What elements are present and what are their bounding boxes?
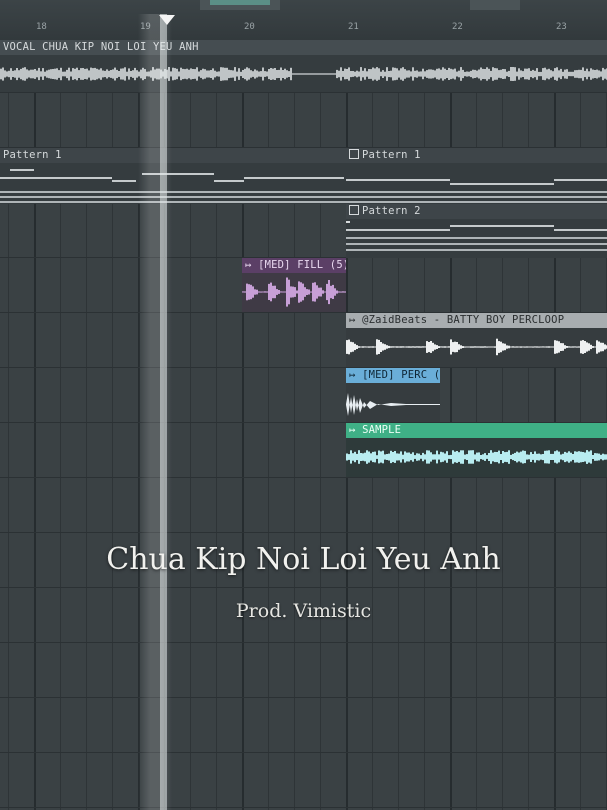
audio-clip-icon: ↦ bbox=[349, 369, 356, 381]
grid-line bbox=[0, 642, 607, 643]
waveform bbox=[0, 55, 607, 92]
clip-header: ↦ SAMPLE bbox=[346, 423, 607, 438]
song-title: Chua Kip Noi Loi Yeu Anh bbox=[106, 542, 501, 577]
ruler-bar-number: 23 bbox=[556, 22, 567, 32]
audio-clip-vocal[interactable]: VOCAL CHUA KIP NOI LOI YEU ANH bbox=[0, 40, 607, 92]
percloop-waveform bbox=[346, 338, 607, 356]
waveform bbox=[242, 273, 346, 312]
clip-label: VOCAL CHUA KIP NOI LOI YEU ANH bbox=[0, 40, 607, 55]
ruler-region bbox=[470, 0, 520, 10]
vocal-waveform bbox=[0, 67, 607, 81]
clip-label: Pattern 2 bbox=[362, 205, 421, 217]
clip-label: Pattern 1 bbox=[0, 148, 346, 163]
pattern-notes bbox=[346, 219, 607, 258]
grid-line bbox=[0, 532, 607, 533]
grid-line bbox=[0, 587, 607, 588]
sample-waveform bbox=[346, 450, 607, 464]
clip-header: Pattern 2 bbox=[346, 204, 607, 219]
pattern-notes-graphic bbox=[346, 179, 607, 203]
ruler-bar-number: 20 bbox=[244, 22, 255, 32]
audio-clip-percloop[interactable]: ↦ @ZaidBeats - BATTY BOY PERCLOOP bbox=[346, 313, 607, 367]
pattern-clip-2[interactable]: Pattern 2 bbox=[346, 204, 607, 258]
audio-clip-icon: ↦ bbox=[349, 424, 356, 436]
perc-waveform bbox=[346, 393, 440, 416]
clip-label: Pattern 1 bbox=[362, 149, 421, 161]
audio-clip-fill[interactable]: ↦ [MED] FILL (5) bbox=[242, 258, 346, 312]
producer-credit: Prod. Vimistic bbox=[235, 600, 372, 622]
clip-label: [MED] FILL (5) bbox=[258, 259, 346, 271]
playhead-line[interactable] bbox=[160, 14, 167, 810]
grid-line bbox=[0, 92, 607, 93]
pattern-icon bbox=[349, 205, 359, 215]
audio-clip-icon: ↦ bbox=[349, 314, 356, 326]
waveform bbox=[346, 328, 607, 367]
playlist-window: 18 19 20 21 22 23 VOCAL CHUA KIP NOI LOI… bbox=[0, 0, 607, 810]
audio-clip-sample[interactable]: ↦ SAMPLE bbox=[346, 423, 607, 477]
pattern-notes-graphic bbox=[346, 221, 607, 251]
pattern-clip-1[interactable]: Pattern 1 bbox=[0, 148, 346, 204]
clip-header: Pattern 1 bbox=[346, 148, 607, 163]
playhead-marker-icon[interactable] bbox=[159, 15, 175, 25]
waveform bbox=[346, 383, 440, 422]
clip-header: ↦ @ZaidBeats - BATTY BOY PERCLOOP bbox=[346, 313, 607, 328]
timeline-ruler[interactable]: 18 19 20 21 22 23 bbox=[0, 0, 607, 41]
grid-line bbox=[0, 477, 607, 478]
pattern-icon bbox=[349, 149, 359, 159]
waveform bbox=[346, 438, 607, 477]
pattern-notes-graphic bbox=[0, 169, 346, 203]
grid-line bbox=[0, 697, 607, 698]
clip-label: @ZaidBeats - BATTY BOY PERCLOOP bbox=[362, 314, 565, 326]
clip-header: ↦ [MED] PERC (2) bbox=[346, 368, 440, 383]
grid-line bbox=[0, 752, 607, 753]
ruler-bar-number: 18 bbox=[36, 22, 47, 32]
audio-clip-perc[interactable]: ↦ [MED] PERC (2) bbox=[346, 368, 440, 422]
pattern-clip-1b[interactable]: Pattern 1 bbox=[346, 148, 607, 204]
ruler-bar-number: 21 bbox=[348, 22, 359, 32]
ruler-selection-marker bbox=[210, 0, 270, 5]
clip-label: [MED] PERC (2) bbox=[362, 369, 440, 381]
grid-line bbox=[0, 367, 607, 368]
clip-header: ↦ [MED] FILL (5) bbox=[242, 258, 346, 273]
pattern-notes bbox=[346, 163, 607, 204]
fill-waveform bbox=[242, 277, 346, 307]
audio-clip-icon: ↦ bbox=[245, 259, 252, 271]
pattern-notes bbox=[0, 163, 346, 204]
clip-label: SAMPLE bbox=[362, 424, 402, 436]
ruler-bar-number: 22 bbox=[452, 22, 463, 32]
grid-line bbox=[0, 807, 607, 808]
